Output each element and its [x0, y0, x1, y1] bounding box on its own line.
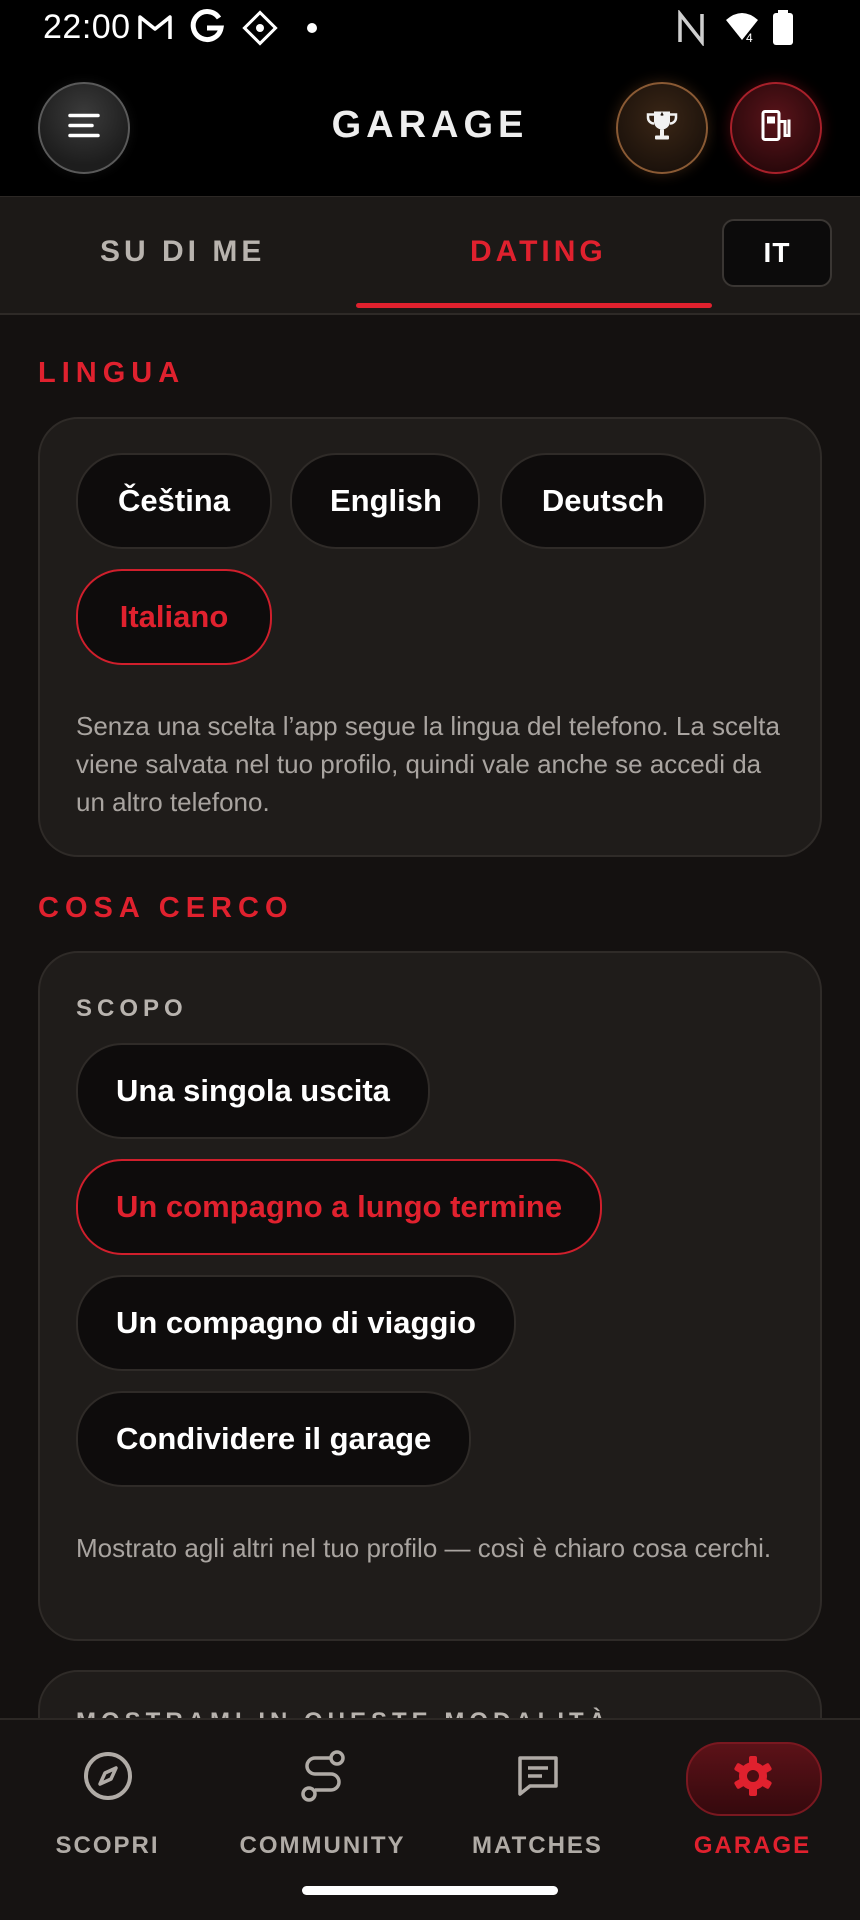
purpose-option-travel-companion[interactable]: Un compagno di viaggio: [76, 1275, 516, 1371]
status-bar: 22:00 4: [0, 0, 860, 56]
fuel-pump-icon: [758, 108, 794, 149]
looking-for-card: SCOPO Una singola uscita Un compagno a l…: [38, 951, 822, 1641]
language-option-italian[interactable]: Italiano: [76, 569, 272, 665]
notification-dot-icon: [306, 21, 318, 39]
trophy-button[interactable]: [616, 82, 708, 174]
nav-item-community[interactable]: COMMUNITY: [215, 1720, 430, 1880]
nav-item-discover[interactable]: SCOPRI: [0, 1720, 215, 1880]
gear-icon: [725, 1748, 781, 1804]
svg-text:4: 4: [746, 31, 753, 44]
section-title-looking-for: COSA CERCO: [38, 892, 294, 924]
google-icon: [190, 8, 224, 49]
compass-icon: [80, 1748, 136, 1804]
nav-item-garage[interactable]: GARAGE: [645, 1720, 860, 1880]
section-title-language: LINGUA: [38, 357, 186, 389]
purpose-note: Mostrato agli altri nel tuo profilo — co…: [76, 1533, 772, 1563]
profile-tabs: SU DI ME DATING IT: [0, 196, 860, 315]
language-card: Čeština English Deutsch Italiano Senza u…: [38, 417, 822, 857]
home-indicator[interactable]: [302, 1886, 558, 1895]
gmail-icon: [137, 11, 173, 48]
language-badge[interactable]: IT: [722, 219, 832, 287]
nav-label-garage: GARAGE: [693, 1832, 812, 1859]
language-option-czech[interactable]: Čeština: [76, 453, 272, 549]
language-note: Senza una scelta l’app segue la lingua d…: [76, 711, 780, 817]
purpose-option-long-term[interactable]: Un compagno a lungo termine: [76, 1159, 603, 1255]
nav-label-community: COMMUNITY: [239, 1832, 406, 1859]
app-header: GARAGE: [0, 56, 860, 196]
route-icon: [295, 1748, 351, 1804]
app-diamond-icon: [242, 10, 278, 51]
trophy-icon: [644, 108, 680, 149]
language-option-german[interactable]: Deutsch: [500, 453, 706, 549]
nav-label-matches: MATCHES: [472, 1832, 603, 1859]
wifi-icon: 4: [724, 10, 760, 49]
purpose-option-single-date[interactable]: Una singola uscita: [76, 1043, 430, 1139]
tab-about-me[interactable]: SU DI ME: [100, 235, 265, 269]
purpose-label: SCOPO: [76, 995, 188, 1022]
language-option-english[interactable]: English: [290, 453, 480, 549]
tab-dating[interactable]: DATING: [470, 235, 607, 269]
nav-label-discover: SCOPRI: [55, 1832, 160, 1859]
chat-icon: [510, 1748, 566, 1804]
purpose-option-share-garage[interactable]: Condividere il garage: [76, 1391, 472, 1487]
nav-item-matches[interactable]: MATCHES: [430, 1720, 645, 1880]
nfc-icon: [676, 8, 706, 51]
active-tab-indicator: [356, 303, 712, 308]
battery-icon: [772, 10, 794, 51]
status-time: 22:00: [43, 8, 131, 46]
fuel-button[interactable]: [730, 82, 822, 174]
